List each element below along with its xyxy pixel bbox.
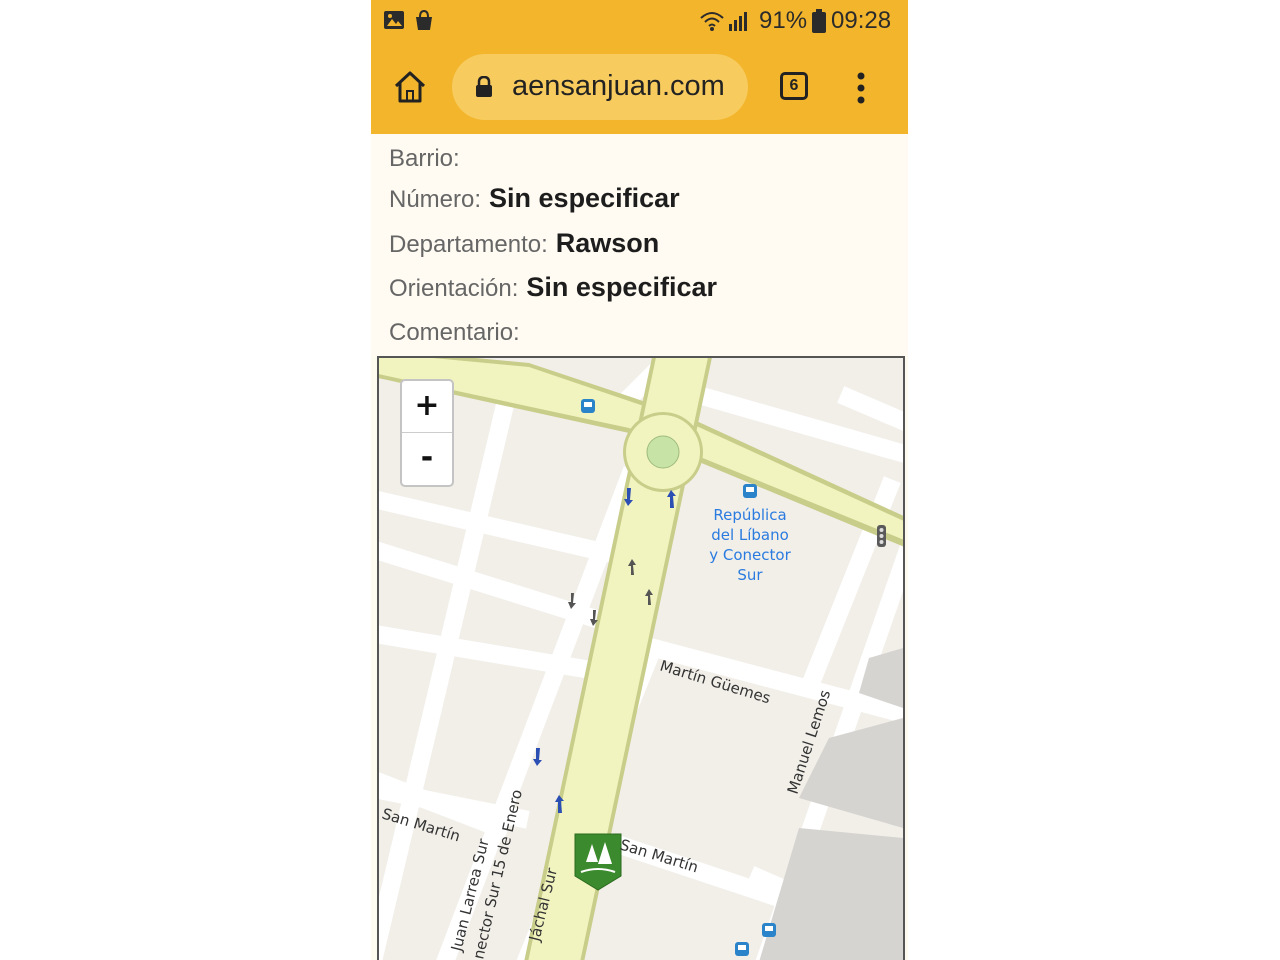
zoom-in-button[interactable]: + xyxy=(402,381,452,433)
bus-stop-icon xyxy=(743,484,757,498)
status-bar: 91% 09:28 xyxy=(371,0,908,42)
detail-value: Sin especificar xyxy=(526,272,718,302)
battery-icon xyxy=(812,9,826,33)
detail-orientacion: Orientación: Sin especificar xyxy=(389,272,717,303)
detail-numero: Número: Sin especificar xyxy=(389,183,680,214)
lock-icon xyxy=(476,76,492,97)
battery-percent: 91% xyxy=(759,7,808,34)
poi-label-line: y Conector xyxy=(709,546,791,564)
clock-time: 09:28 xyxy=(831,7,892,34)
detail-departamento: Departamento: Rawson xyxy=(389,228,659,259)
poi-label-line: Sur xyxy=(737,566,763,584)
url-text: aensanjuan.com xyxy=(512,70,725,102)
bus-stop-icon xyxy=(735,942,749,956)
shopping-bag-icon xyxy=(416,9,432,30)
browser-toolbar: aensanjuan.com 6 xyxy=(371,42,908,134)
map-view[interactable]: República del Líbano y Conector Sur Mart… xyxy=(377,356,905,960)
zoom-control: + - xyxy=(400,379,454,487)
tabs-button[interactable]: 6 xyxy=(780,72,808,100)
property-details: Barrio: Número: Sin especificar Departame… xyxy=(371,134,908,356)
detail-label: Comentario: xyxy=(389,319,520,346)
detail-label: Barrio: xyxy=(389,145,460,172)
signal-icon xyxy=(729,12,747,31)
detail-value: Sin especificar xyxy=(489,183,680,213)
url-bar[interactable]: aensanjuan.com xyxy=(452,54,748,120)
map-canvas[interactable]: República del Líbano y Conector Sur Mart… xyxy=(379,358,903,960)
detail-label: Número: xyxy=(389,186,482,213)
menu-kebab-icon[interactable] xyxy=(856,72,866,104)
phone-screen: 91% 09:28 aensanjuan.com 6 Barrio: Númer… xyxy=(371,0,908,960)
detail-comentario: Comentario: xyxy=(389,316,528,347)
wifi-icon xyxy=(700,12,724,31)
bus-stop-icon xyxy=(762,923,776,937)
gallery-icon xyxy=(384,11,404,29)
poi-label-line: República xyxy=(713,506,786,524)
home-icon[interactable] xyxy=(393,70,427,104)
detail-value: Rawson xyxy=(555,228,660,258)
tab-count: 6 xyxy=(789,77,799,94)
poi-label-line: del Líbano xyxy=(711,526,789,544)
detail-barrio: Barrio: xyxy=(389,142,468,173)
bus-stop-icon xyxy=(581,399,595,413)
traffic-light-icon xyxy=(877,525,886,547)
detail-label: Departamento: xyxy=(389,231,548,258)
detail-label: Orientación: xyxy=(389,275,519,302)
zoom-out-button[interactable]: - xyxy=(402,433,452,484)
